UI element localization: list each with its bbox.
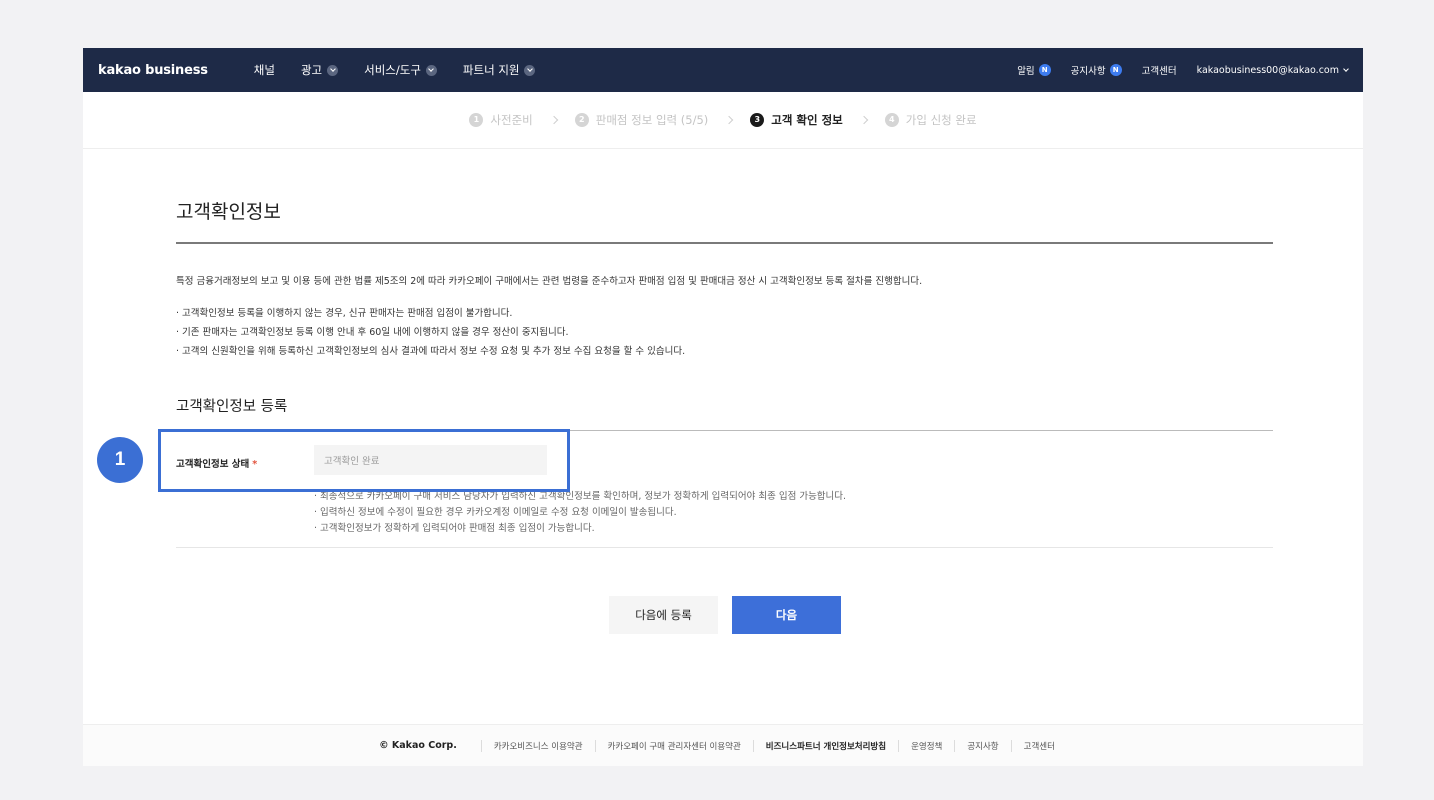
- step-number: 2: [574, 113, 589, 127]
- chevron-right-icon: [549, 115, 558, 125]
- register-later-button[interactable]: 다음에 등록: [609, 596, 718, 634]
- chevron-right-icon: [725, 115, 734, 125]
- account-menu[interactable]: kakaobusiness00@kakao.com: [1196, 64, 1349, 76]
- footer-link-support[interactable]: 고객센터: [1010, 739, 1067, 752]
- nav-item-partner-support[interactable]: 파트너 지원: [463, 62, 536, 78]
- form-divider: [176, 547, 1273, 548]
- annotation-number-badge: 1: [97, 437, 143, 483]
- top-navigation: kakao business 채널 광고 서비스/도구 파트너 지원 알림 N: [83, 48, 1363, 92]
- footer-link-notice[interactable]: 공지사항: [954, 739, 1010, 752]
- nav-item-label: 파트너 지원: [462, 63, 520, 77]
- nav-item-channel[interactable]: 채널: [254, 62, 275, 78]
- signup-stepper: 1 사전준비 2 판매점 정보 입력 (5/5) 3 고객 확인 정보 4 가입…: [83, 92, 1363, 149]
- step-number: 3: [750, 113, 765, 127]
- footer-link-terms[interactable]: 카카오비즈니스 이용약관: [480, 739, 595, 752]
- main-content: 고객확인정보 특정 금융거래정보의 보고 및 이용 등에 관한 법률 제5조의 …: [176, 197, 1273, 634]
- footer-link-policy[interactable]: 운영정책: [898, 739, 954, 752]
- intro-text: 특정 금융거래정보의 보고 및 이용 등에 관한 법률 제5조의 2에 따라 카…: [176, 276, 923, 287]
- notice-label: 공지사항: [1070, 66, 1106, 77]
- support-label: 고객센터: [1141, 66, 1177, 77]
- step-label: 사전준비: [490, 113, 533, 127]
- footer-link-privacy[interactable]: 비즈니스파트너 개인정보처리방침: [752, 739, 898, 752]
- chevron-down-icon: [1343, 65, 1349, 72]
- copyright: © Kakao Corp.: [379, 740, 457, 751]
- annotation-highlight-box: [158, 429, 570, 492]
- kakao-business-logo[interactable]: kakao business: [98, 63, 208, 78]
- chevron-down-icon: [524, 64, 536, 76]
- utility-nav: 알림 N 공지사항 N 고객센터 kakaobusiness00@kakao.c…: [997, 63, 1349, 77]
- step-label: 가입 신청 완료: [905, 113, 977, 127]
- help-list: 최종적으로 카카오페이 구매 서비스 담당자가 입력하신 고객확인정보를 확인하…: [314, 488, 846, 536]
- chevron-right-icon: [859, 115, 869, 125]
- notice-link[interactable]: 공지사항 N: [1071, 63, 1122, 77]
- alerts-link[interactable]: 알림 N: [1017, 63, 1051, 77]
- step-2: 2 판매점 정보 입력 (5/5): [574, 112, 709, 128]
- chevron-down-icon: [425, 64, 437, 76]
- footer-link-pay-terms[interactable]: 카카오페이 구매 관리자센터 이용약관: [594, 739, 753, 752]
- main-nav: 채널 광고 서비스/도구 파트너 지원: [254, 62, 562, 78]
- next-button[interactable]: 다음: [732, 596, 841, 634]
- step-number: 1: [469, 113, 484, 127]
- nav-item-ads[interactable]: 광고: [300, 62, 339, 78]
- new-badge: N: [1109, 64, 1122, 76]
- list-item: 고객확인정보 등록을 이행하지 않는 경우, 신규 판매자는 판매점 입점이 불…: [176, 305, 685, 324]
- new-badge: N: [1038, 64, 1051, 76]
- support-link[interactable]: 고객센터: [1142, 63, 1177, 77]
- step-4: 4 가입 신청 완료: [884, 112, 977, 128]
- list-item: 고객확인정보가 정확하게 입력되어야 판매점 최종 입점이 가능합니다.: [314, 520, 846, 536]
- chevron-down-icon: [327, 64, 339, 76]
- notice-list: 고객확인정보 등록을 이행하지 않는 경우, 신규 판매자는 판매점 입점이 불…: [176, 305, 685, 362]
- nav-item-label: 서비스/도구: [364, 63, 421, 77]
- nav-item-label: 채널: [253, 63, 275, 77]
- nav-item-label: 광고: [300, 63, 323, 77]
- step-number: 4: [884, 113, 899, 127]
- step-3: 3 고객 확인 정보: [750, 112, 843, 128]
- account-email: kakaobusiness00@kakao.com: [1196, 64, 1339, 76]
- title-divider: [176, 242, 1273, 244]
- list-item: 기존 판매자는 고객확인정보 등록 이행 안내 후 60일 내에 이행하지 않을…: [176, 324, 685, 343]
- page-title: 고객확인정보: [176, 201, 281, 223]
- footer: © Kakao Corp. 카카오비즈니스 이용약관 카카오페이 구매 관리자센…: [83, 724, 1363, 766]
- list-item: 입력하신 정보에 수정이 필요한 경우 카카오계정 이메일로 수정 요청 이메일…: [314, 504, 846, 520]
- step-label: 판매점 정보 입력 (5/5): [595, 113, 709, 127]
- app-window: kakao business 채널 광고 서비스/도구 파트너 지원 알림 N: [83, 48, 1363, 766]
- step-label: 고객 확인 정보: [771, 113, 843, 127]
- alerts-label: 알림: [1017, 66, 1035, 77]
- list-item: 고객의 신원확인을 위해 등록하신 고객확인정보의 심사 결과에 따라서 정보 …: [176, 343, 685, 362]
- step-1: 1 사전준비: [469, 112, 533, 128]
- nav-item-services-tools[interactable]: 서비스/도구: [364, 62, 437, 78]
- section-title: 고객확인정보 등록: [176, 399, 288, 415]
